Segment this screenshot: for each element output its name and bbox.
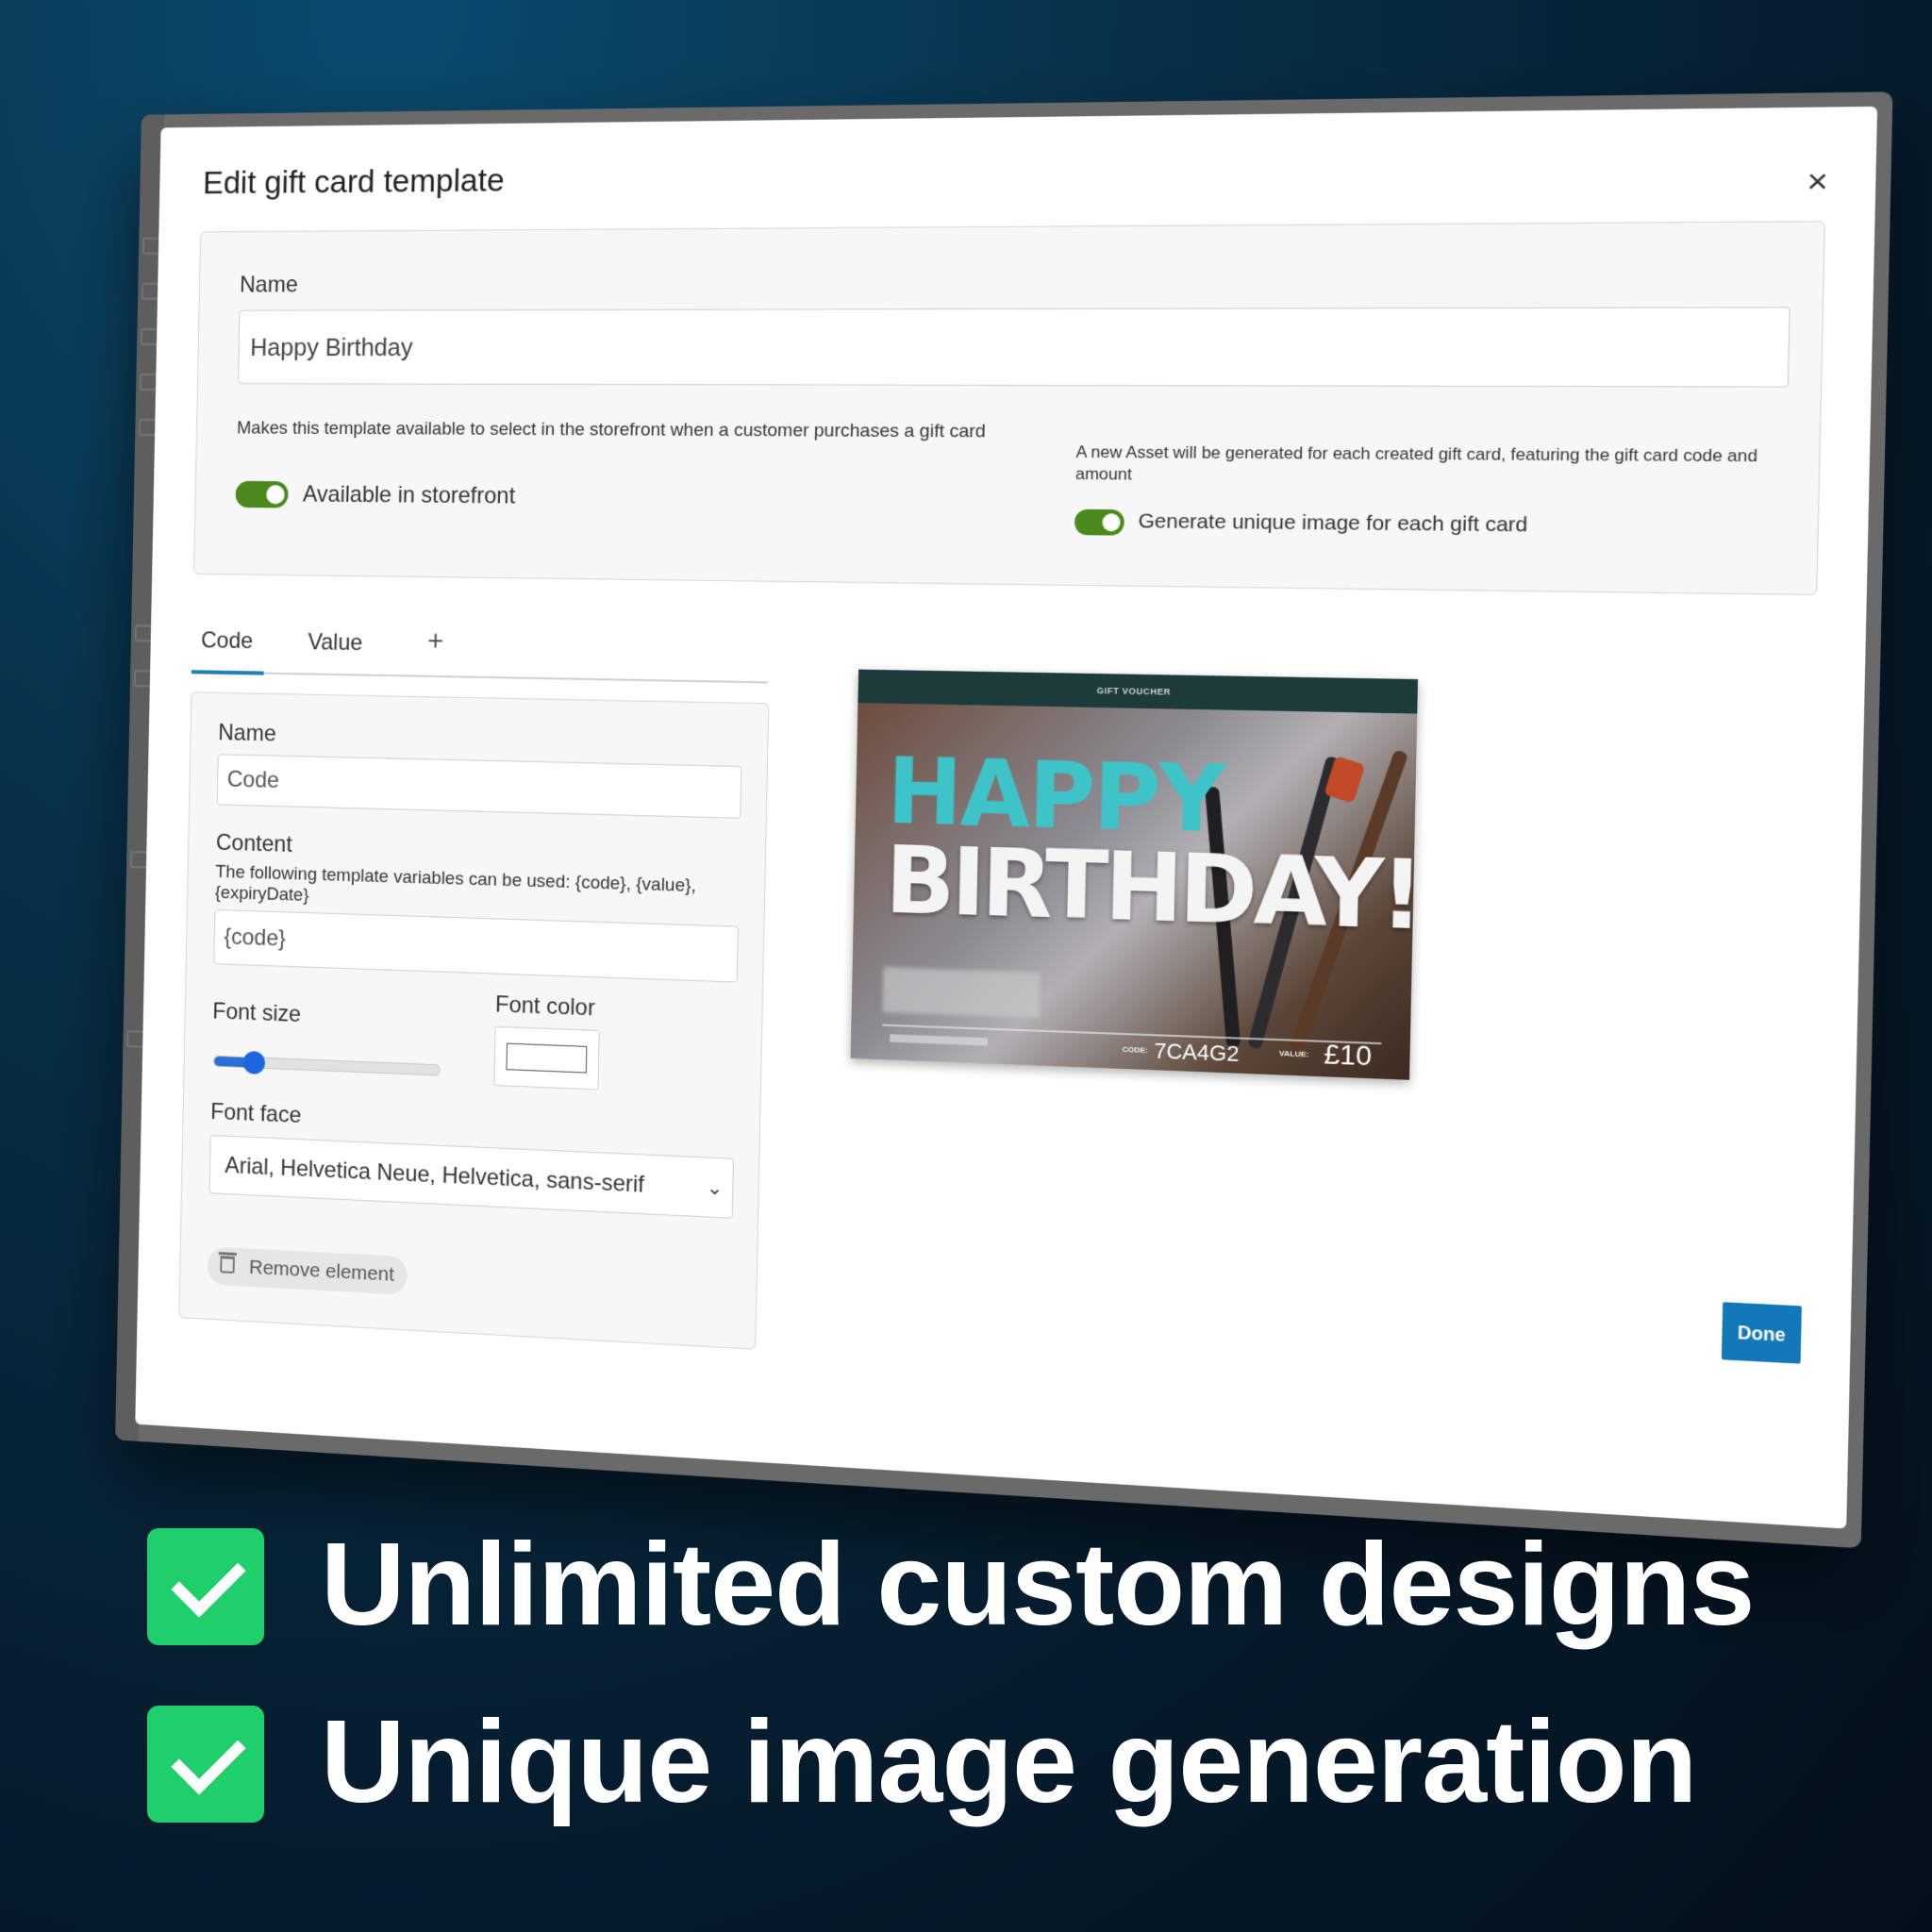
unique-image-toggle-label: Generate unique image for each gift card <box>1138 509 1528 537</box>
voucher-code-label: CODE: <box>1122 1044 1148 1056</box>
checkbox-icon <box>147 1706 264 1823</box>
check-icon <box>171 1542 246 1618</box>
trash-icon <box>220 1256 235 1274</box>
active-tab-indicator <box>191 670 264 675</box>
remove-element-label: Remove element <box>248 1256 394 1286</box>
voucher-header: GIFT VOUCHER <box>858 669 1419 714</box>
slider-thumb[interactable] <box>242 1050 266 1075</box>
voucher-code: 7CA4G2 <box>1154 1038 1240 1067</box>
modal-title: Edit gift card template <box>202 161 506 202</box>
content-label: Content <box>215 829 292 858</box>
check-icon <box>171 1720 246 1795</box>
screenshot-stage: Edit gift card template × Name Makes thi… <box>0 0 1932 1549</box>
element-name-input[interactable] <box>216 754 742 819</box>
toggle-knob <box>266 485 285 505</box>
font-size-slider[interactable] <box>213 1050 441 1076</box>
voucher-birthday-text: BIRTHDAY! <box>884 827 1419 952</box>
tab-value[interactable]: Value <box>308 629 362 657</box>
font-size-label: Font size <box>212 998 302 1028</box>
font-face-value: Arial, Helvetica Neue, Helvetica, sans-s… <box>225 1152 645 1198</box>
remove-element-button[interactable]: Remove element <box>207 1246 408 1295</box>
font-face-select[interactable]: Arial, Helvetica Neue, Helvetica, sans-s… <box>208 1134 734 1219</box>
template-settings-card: Name Makes this template available to se… <box>192 221 1825 596</box>
done-button[interactable]: Done <box>1721 1302 1802 1364</box>
chevron-down-icon: ⌄ <box>706 1177 724 1200</box>
app-screen: Edit gift card template × Name Makes thi… <box>115 92 1893 1549</box>
feature-text: Unlimited custom designs <box>321 1520 1755 1650</box>
template-name-input[interactable] <box>238 307 1790 388</box>
unique-image-help-text: A new Asset will be generated for each c… <box>1074 442 1758 484</box>
template-name-label: Name <box>239 272 299 298</box>
storefront-help-text: Makes this template available to select … <box>236 418 987 442</box>
storefront-toggle[interactable] <box>235 480 289 508</box>
voucher-blurred-area <box>882 967 1041 1019</box>
voucher-value-label: VALUE: <box>1278 1048 1309 1059</box>
unique-image-toggle[interactable] <box>1074 508 1125 536</box>
edit-gift-card-modal: Edit gift card template × Name Makes thi… <box>135 106 1878 1529</box>
font-color-picker[interactable] <box>493 1025 600 1091</box>
tab-code[interactable]: Code <box>201 627 254 655</box>
element-tabs: Code Value + <box>191 620 769 684</box>
checkbox-icon <box>147 1528 264 1645</box>
add-element-icon[interactable]: + <box>427 625 444 658</box>
element-name-label: Name <box>217 720 277 747</box>
tab-code-label: Code <box>200 627 254 655</box>
close-icon[interactable]: × <box>1796 160 1840 202</box>
element-editor-card: Name Content The following template vari… <box>178 691 770 1350</box>
gift-card-preview: GIFT VOUCHER HAPPY BIRTHDAY! CODE: 7CA4G… <box>850 669 1419 1080</box>
font-face-label: Font face <box>209 1098 302 1129</box>
voucher-bar <box>890 1034 988 1046</box>
toggle-knob <box>1102 513 1121 532</box>
storefront-toggle-label: Available in storefront <box>302 481 516 509</box>
font-color-label: Font color <box>494 991 596 1022</box>
feature-text: Unique image generation <box>321 1697 1697 1827</box>
voucher-value: £10 <box>1324 1038 1373 1072</box>
content-input[interactable] <box>213 908 739 983</box>
color-swatch <box>506 1042 588 1074</box>
